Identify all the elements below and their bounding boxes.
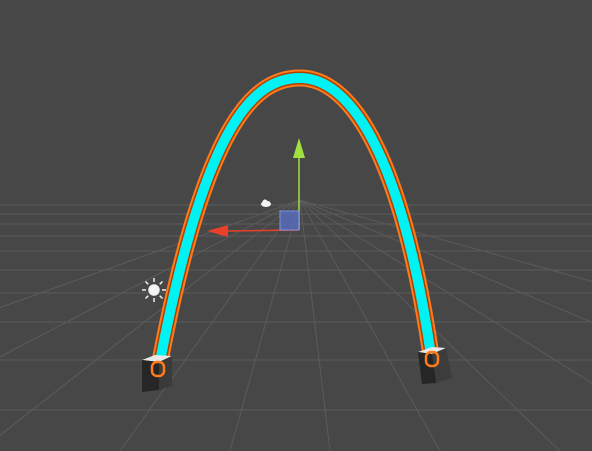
y-axis-arrow-icon[interactable]	[293, 138, 305, 158]
x-axis-arrow-icon[interactable]	[207, 225, 228, 237]
scene-canvas[interactable]	[0, 0, 592, 451]
gizmo-center-handle[interactable]	[279, 210, 300, 231]
sun-icon[interactable]	[142, 278, 166, 302]
ground-grid	[0, 199, 592, 451]
cloud-icon[interactable]	[261, 199, 271, 208]
scene-viewport[interactable]	[0, 0, 592, 451]
left-cube[interactable]	[142, 355, 172, 392]
